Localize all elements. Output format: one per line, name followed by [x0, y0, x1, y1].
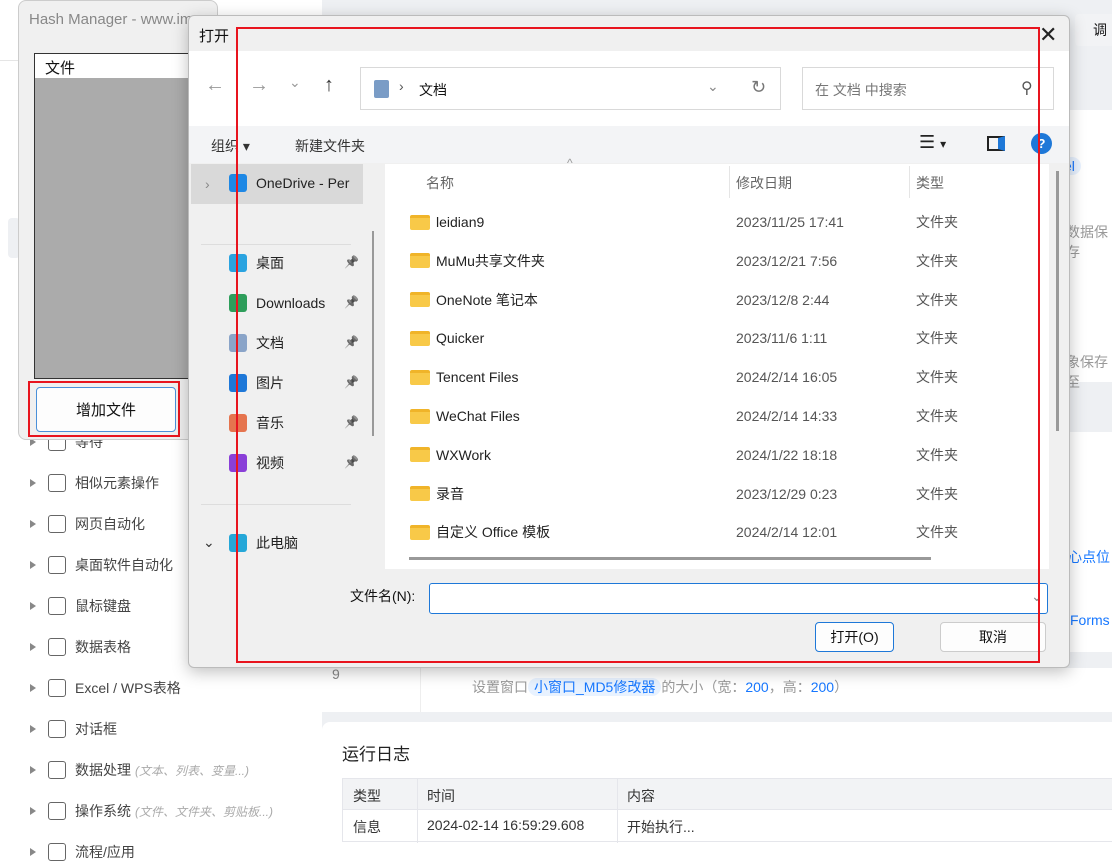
expand-arrow-icon[interactable] [30, 561, 36, 569]
log-title: 运行日志 [342, 745, 410, 764]
expand-arrow-icon[interactable] [30, 766, 36, 774]
back-icon[interactable]: ← [205, 74, 225, 97]
expand-arrow-icon[interactable] [30, 602, 36, 610]
log-row: 信息 2024-02-14 16:59:29.608 开始执行... [342, 810, 1112, 842]
step-row[interactable]: 9 设置窗口 小窗口_MD5修改器 的大小（宽：200，高：200） [322, 666, 1112, 712]
category-icon [48, 638, 66, 656]
category-icon [48, 597, 66, 615]
sidebar-item[interactable]: Excel / WPS表格 [30, 676, 181, 700]
sidebar-item[interactable]: 数据表格 [30, 635, 131, 659]
sidebar-item-label: 对话框 [75, 721, 117, 737]
vertical-scrollbar[interactable] [1056, 171, 1059, 431]
sidebar-item[interactable]: 数据处理 (文本、列表、变量...) [30, 758, 249, 782]
category-icon [48, 843, 66, 861]
sidebar-item-label: 操作系统 [75, 803, 131, 819]
category-icon [48, 679, 66, 697]
window-pill: 小窗口_MD5修改器 [528, 678, 662, 696]
highlight-box [236, 27, 1040, 663]
log-panel: 运行日志 类型 时间 内容 信息 2024-02-14 16:59:29.608… [322, 722, 1112, 862]
expand-arrow-icon[interactable] [30, 479, 36, 487]
log-cell: 开始执行... [627, 819, 695, 835]
sidebar-item-label: 相似元素操作 [75, 475, 159, 491]
sidebar-item-hint: (文件、文件夹、剪贴板...) [135, 804, 273, 819]
category-icon [48, 515, 66, 533]
sidebar-item[interactable]: 桌面软件自动化 [30, 553, 173, 577]
log-cell: 2024-02-14 16:59:29.608 [427, 817, 585, 833]
category-icon [48, 802, 66, 820]
vscroll-track [1049, 164, 1069, 569]
step-index: 9 [332, 666, 340, 682]
top-button-label: 调 [1093, 22, 1107, 38]
expand-arrow-icon[interactable] [30, 807, 36, 815]
log-col-type: 类型 [353, 788, 381, 804]
log-header: 类型 时间 内容 [342, 778, 1112, 843]
sidebar-item[interactable]: 操作系统 (文件、文件夹、剪贴板...) [30, 799, 273, 823]
sidebar-item[interactable]: 流程/应用 [30, 840, 135, 864]
right-fragment: 象保存至 [1066, 354, 1108, 390]
sidebar-item-label: Excel / WPS表格 [75, 680, 181, 696]
sidebar-item[interactable]: 网页自动化 [30, 512, 145, 536]
sidebar-item-label: 数据表格 [75, 639, 131, 655]
right-fragment: 数据保存 [1066, 224, 1108, 260]
sidebar-item[interactable]: 鼠标键盘 [30, 594, 131, 618]
log-col-content: 内容 [627, 788, 655, 804]
sidebar-item-label: 流程/应用 [75, 844, 135, 860]
expand-arrow-icon[interactable] [30, 684, 36, 692]
expand-arrow-icon[interactable] [30, 725, 36, 733]
expand-icon[interactable]: › [205, 176, 210, 192]
category-icon [48, 761, 66, 779]
sidebar-item-label: 网页自动化 [75, 516, 145, 532]
right-fragment-link[interactable]: 心点位 [1068, 547, 1110, 567]
step-description: 设置窗口 小窗口_MD5修改器 的大小（宽：200，高：200） [472, 678, 849, 696]
category-icon [48, 556, 66, 574]
sidebar-item-label: 鼠标键盘 [75, 598, 131, 614]
category-icon [48, 720, 66, 738]
file-list[interactable]: 文件 [34, 53, 204, 379]
sidebar-item[interactable]: 相似元素操作 [30, 471, 159, 495]
right-fragment-link[interactable]: Forms [1070, 612, 1110, 628]
highlight-box [28, 381, 180, 437]
expand-arrow-icon[interactable] [30, 520, 36, 528]
sidebar-item-label: 数据处理 [75, 762, 131, 778]
close-icon[interactable]: ✕ [1039, 22, 1057, 48]
dialog-title: 打开 [199, 28, 230, 45]
log-col-time: 时间 [427, 788, 455, 804]
sidebar-item-hint: (文本、列表、变量...) [135, 763, 249, 778]
top-button[interactable]: 调 [1075, 14, 1112, 46]
expand-arrow-icon[interactable] [30, 643, 36, 651]
collapse-icon[interactable]: ⌄ [203, 534, 215, 551]
sidebar-item-label: 桌面软件自动化 [75, 557, 173, 573]
log-cell: 信息 [353, 819, 381, 835]
sidebar-item[interactable]: 对话框 [30, 717, 117, 741]
expand-arrow-icon[interactable] [30, 848, 36, 856]
category-icon [48, 474, 66, 492]
file-list-header: 文件 [35, 54, 203, 78]
